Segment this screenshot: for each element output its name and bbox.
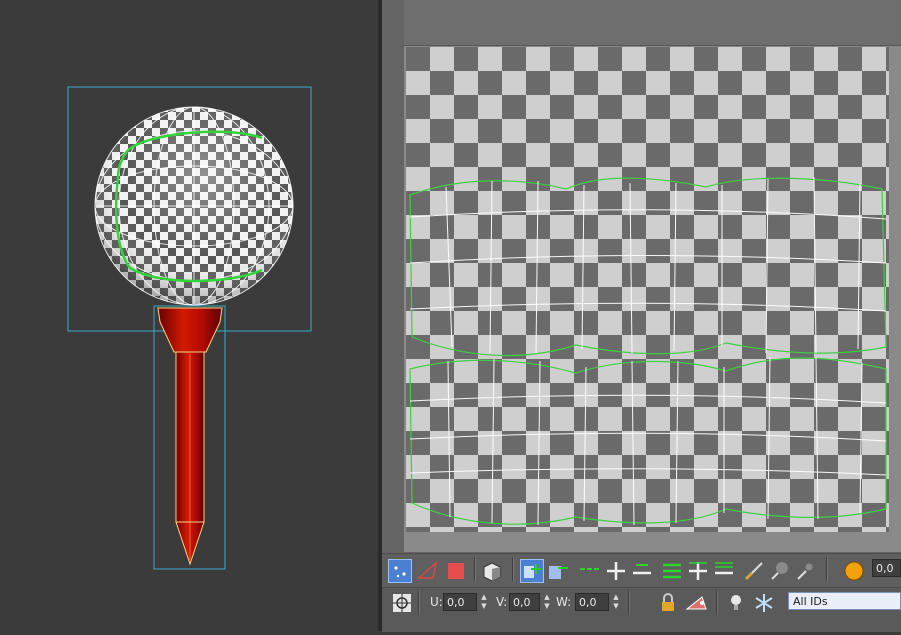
- w-coordinate-field[interactable]: 0,0: [575, 593, 609, 611]
- uv-toolbar-selection: 0,0: [382, 553, 901, 588]
- ring-icon: [663, 563, 681, 579]
- uv-canvas[interactable]: [406, 47, 889, 532]
- uv-editor-window: 0,0 U: 0,0 ▲ ▼ V: 0,0 ▲ ▼ W: 0,0 ▲ ▼ All ID…: [382, 0, 901, 632]
- edge-select-button[interactable]: [416, 559, 440, 583]
- paint-brush-smaller-button[interactable]: [794, 559, 818, 583]
- edge-select-icon: [417, 560, 438, 579]
- filter-faces-icon: [685, 596, 707, 610]
- element-select-icon: [483, 562, 501, 582]
- filter-selected-faces-button[interactable]: [684, 591, 708, 615]
- grow-selection-button[interactable]: [520, 559, 544, 583]
- v-label: V:: [496, 595, 508, 609]
- shrink-selection-button[interactable]: [546, 559, 570, 583]
- uv-editor-top-bar: [404, 0, 901, 46]
- ring-plus-icon: [689, 562, 707, 580]
- ring-minus-icon: [715, 562, 733, 575]
- checker-texture: [406, 47, 889, 532]
- lock-selection-button[interactable]: [656, 591, 680, 615]
- u-coordinate-field[interactable]: 0,0: [443, 593, 477, 611]
- viewport-3d[interactable]: [0, 0, 378, 631]
- loop-dash-icon: [580, 568, 600, 570]
- w-label: W:: [556, 595, 572, 609]
- shrink-selection-icon: [549, 566, 568, 579]
- plus-icon: [607, 562, 625, 580]
- ring-shrink-button[interactable]: [712, 559, 736, 583]
- element-select-button[interactable]: [480, 559, 504, 583]
- brush-size-down-icon: [797, 563, 813, 580]
- show-hidden-button[interactable]: [726, 591, 750, 615]
- material-id-dropdown[interactable]: All IDs: [788, 592, 901, 610]
- tee-head: [157, 307, 223, 353]
- lock-icon: [662, 593, 674, 611]
- uv-toolbar-transform: U: 0,0 ▲ ▼ V: 0,0 ▲ ▼ W: 0,0 ▲ ▼ All IDs: [382, 587, 901, 632]
- w-spinner[interactable]: ▲ ▼: [611, 593, 621, 611]
- snowflake-icon: [755, 594, 773, 612]
- face-select-icon: [448, 563, 464, 579]
- v-spinner[interactable]: ▲ ▼: [542, 593, 552, 611]
- v-coordinate-field[interactable]: 0,0: [509, 593, 540, 611]
- paint-select-button[interactable]: [742, 559, 766, 583]
- loop-grow-button[interactable]: [604, 559, 628, 583]
- paint-brush-bigger-button[interactable]: [768, 559, 792, 583]
- ring-grow-button[interactable]: [686, 559, 710, 583]
- lightbulb-icon: [731, 595, 741, 610]
- falloff-value-field[interactable]: 0,0: [872, 559, 901, 577]
- golf-ball-tee-model: [67, 86, 312, 570]
- grow-selection-icon: [524, 564, 541, 578]
- u-spinner[interactable]: ▲ ▼: [479, 593, 489, 611]
- brush-size-up-icon: [771, 562, 788, 580]
- vertex-select-button[interactable]: [388, 559, 412, 583]
- u-label: U:: [430, 595, 443, 609]
- crosshair-icon: [393, 594, 411, 612]
- vertex-select-icon: [394, 566, 406, 578]
- absolute-offset-button[interactable]: [390, 591, 414, 615]
- ring-select-button[interactable]: [660, 559, 684, 583]
- minus-icon: [633, 564, 651, 575]
- loop-select-button[interactable]: [578, 559, 602, 583]
- soft-selection-button[interactable]: [842, 559, 866, 583]
- brush-icon: [744, 562, 763, 581]
- face-select-button[interactable]: [444, 559, 468, 583]
- freeze-button[interactable]: [752, 591, 776, 615]
- loop-shrink-button[interactable]: [630, 559, 654, 583]
- soft-selection-icon: [844, 561, 864, 581]
